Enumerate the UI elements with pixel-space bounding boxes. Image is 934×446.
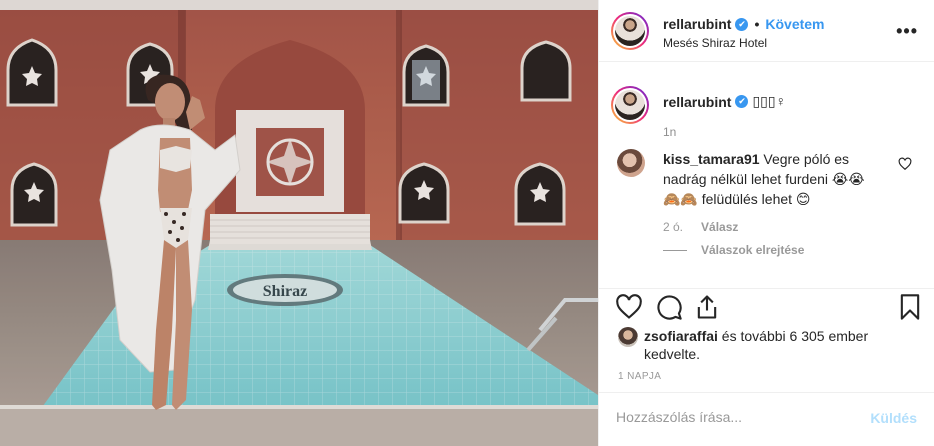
- author-avatar[interactable]: [611, 12, 649, 50]
- separator-dot: •: [754, 16, 760, 32]
- caption: rellarubint ✔ ▯▯▯♀: [663, 93, 786, 110]
- bookmark-icon[interactable]: [896, 293, 924, 321]
- post-sidebar: rellarubint ✔ • Követem Mesés Shiraz Hot…: [598, 0, 934, 446]
- post-date[interactable]: 1 NAPJA: [618, 371, 661, 382]
- share-icon[interactable]: [693, 293, 721, 321]
- post-location[interactable]: Mesés Shiraz Hotel: [663, 36, 767, 50]
- comment-icon[interactable]: [655, 293, 683, 321]
- commenter-avatar[interactable]: [617, 149, 645, 177]
- hide-replies-button[interactable]: Válaszok elrejtése: [663, 243, 804, 257]
- comment-input[interactable]: [616, 409, 856, 425]
- comment-heart-icon[interactable]: [898, 157, 912, 171]
- caption-author-avatar[interactable]: [611, 86, 649, 124]
- author-line: rellarubint ✔ • Követem: [663, 16, 825, 32]
- verified-badge-icon: ✔: [735, 95, 749, 108]
- comment: kiss_tamara91 Vegre póló es nadrág nélkü…: [663, 149, 885, 209]
- hide-replies-label: Válaszok elrejtése: [701, 243, 805, 257]
- send-button[interactable]: Küldés: [870, 410, 917, 426]
- comment-username[interactable]: kiss_tamara91: [663, 151, 760, 167]
- verified-badge-icon: ✔: [735, 17, 749, 31]
- likes-text-wrapper: zsofiaraffai és további 6 305 ember kedv…: [644, 327, 918, 363]
- post-actions: zsofiaraffai és további 6 305 ember kedv…: [599, 288, 934, 388]
- more-options-icon[interactable]: •••: [896, 22, 918, 40]
- comment-composer: Küldés: [599, 392, 934, 446]
- post-image: Shiraz: [0, 0, 598, 446]
- liker-username[interactable]: zsofiaraffai: [644, 328, 718, 344]
- reply-button[interactable]: Válasz: [701, 220, 738, 234]
- comments-section: rellarubint ✔ ▯▯▯♀ 1n kiss_tamara91 Vegr…: [599, 62, 934, 288]
- comment-timestamp[interactable]: 2 ó.: [663, 220, 683, 234]
- caption-username[interactable]: rellarubint: [663, 94, 731, 110]
- caption-text: ▯▯▯♀: [752, 93, 787, 109]
- post-photo[interactable]: Shiraz: [0, 0, 598, 446]
- post-header: rellarubint ✔ • Követem Mesés Shiraz Hot…: [599, 0, 934, 62]
- liker-avatar[interactable]: [618, 327, 638, 347]
- likes-summary: zsofiaraffai és további 6 305 ember kedv…: [618, 327, 918, 363]
- comment-meta: 2 ó. Válasz: [663, 220, 738, 234]
- author-username[interactable]: rellarubint: [663, 16, 731, 32]
- caption-timestamp[interactable]: 1n: [663, 125, 676, 139]
- heart-icon[interactable]: [615, 293, 643, 321]
- replies-divider: [663, 249, 687, 251]
- follow-button[interactable]: Követem: [765, 16, 824, 32]
